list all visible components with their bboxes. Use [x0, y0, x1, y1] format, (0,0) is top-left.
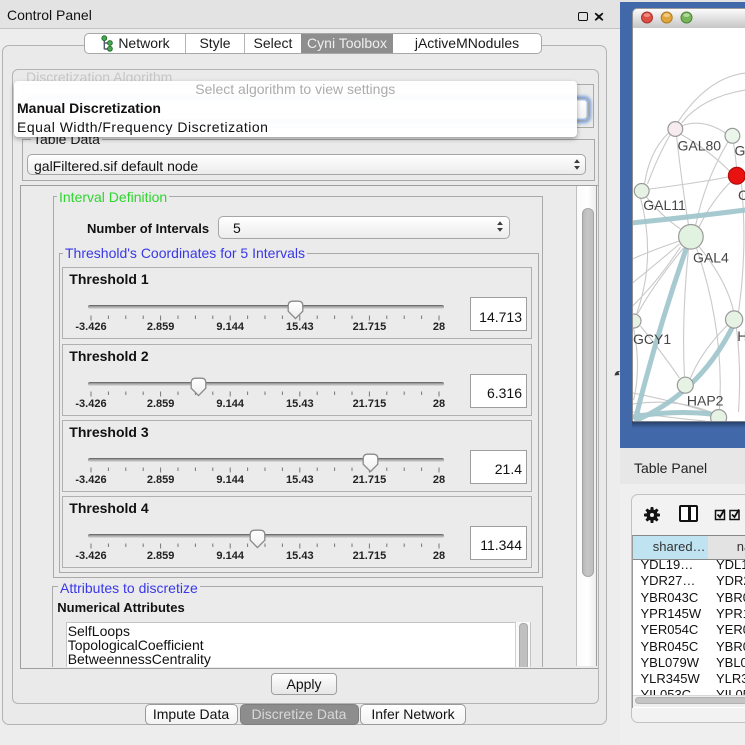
svg-text:GAL11: GAL11	[643, 197, 686, 213]
svg-text:CYC8: CYC8	[738, 187, 745, 203]
svg-text:GAL4: GAL4	[693, 249, 729, 265]
svg-text:GAL: GAL	[734, 143, 745, 159]
svg-text:HAP2: HAP2	[686, 392, 723, 408]
svg-text:HIS4: HIS4	[737, 328, 745, 344]
svg-text:GCY1: GCY1	[633, 331, 671, 347]
svg-text:GAL80: GAL80	[677, 138, 721, 154]
